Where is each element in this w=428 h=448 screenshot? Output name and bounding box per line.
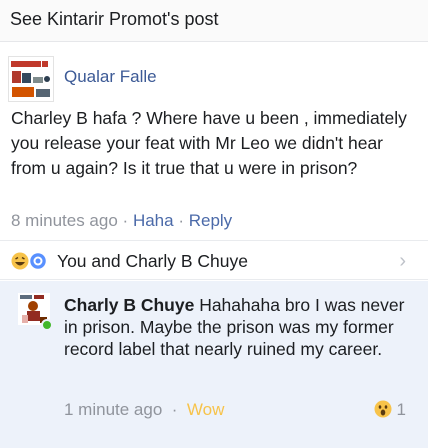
chevron-right-icon[interactable]: › [399, 250, 406, 273]
avatar-image-icon [9, 57, 53, 101]
meta-separator: · [171, 400, 178, 419]
see-post-link[interactable]: See Kintarir Promot's post [0, 0, 428, 42]
reply-body: Charly B Chuye Hahahaha bro I was never … [64, 294, 416, 360]
meta-separator: · [178, 211, 184, 230]
comment-meta: 8 minutes ago · Haha · Reply [11, 211, 232, 231]
reply-button[interactable]: Reply [189, 211, 232, 230]
online-status-indicator [41, 319, 53, 331]
author-avatar[interactable] [8, 56, 54, 102]
see-post-label[interactable]: See Kintarir Promot's post [10, 9, 219, 29]
wow-action-button[interactable]: Wow [187, 400, 224, 419]
reply-timestamp[interactable]: 1 minute ago [64, 400, 162, 419]
meta-separator: · [122, 211, 129, 230]
reply-meta: 1 minute ago · Wow [64, 400, 224, 420]
reaction-summary-text[interactable]: You and Charly B Chuye [57, 251, 248, 272]
post-comments-page: See Kintarir Promot's post Qualar Falle … [0, 0, 428, 448]
haha-emoji-icon [11, 252, 29, 270]
like-reaction-icon [28, 251, 48, 271]
comment-timestamp[interactable]: 8 minutes ago [11, 211, 118, 230]
reply-comment: Charly B Chuye Hahahaha bro I was never … [0, 281, 428, 448]
reaction-count: 1 [396, 400, 406, 419]
comment-author-name[interactable]: Qualar Falle [64, 67, 157, 87]
reply-reaction-count[interactable]: 1 [374, 400, 406, 420]
reply-author-name[interactable]: Charly B Chuye [64, 295, 194, 315]
haha-action-button[interactable]: Haha [133, 211, 174, 230]
comment-text: Charley B hafa ? Where have u been , imm… [11, 108, 407, 178]
reactions-summary-bar[interactable]: You and Charly B Chuye › [0, 240, 428, 280]
wow-emoji-icon [374, 400, 392, 418]
reaction-icons [11, 251, 51, 271]
